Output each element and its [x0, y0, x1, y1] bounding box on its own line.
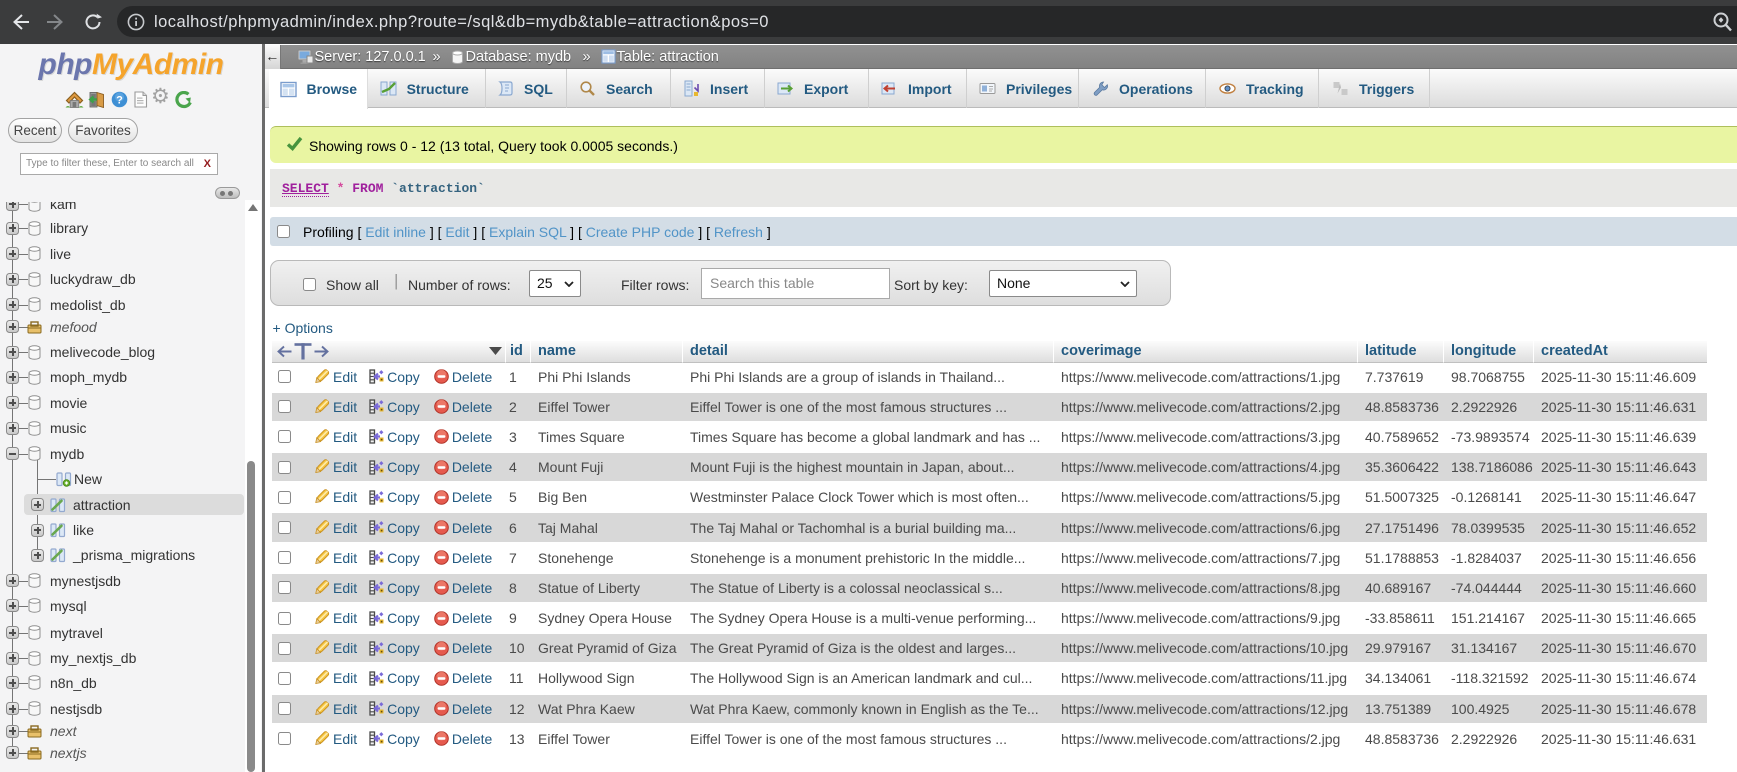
- svg-text:?: ?: [116, 95, 123, 107]
